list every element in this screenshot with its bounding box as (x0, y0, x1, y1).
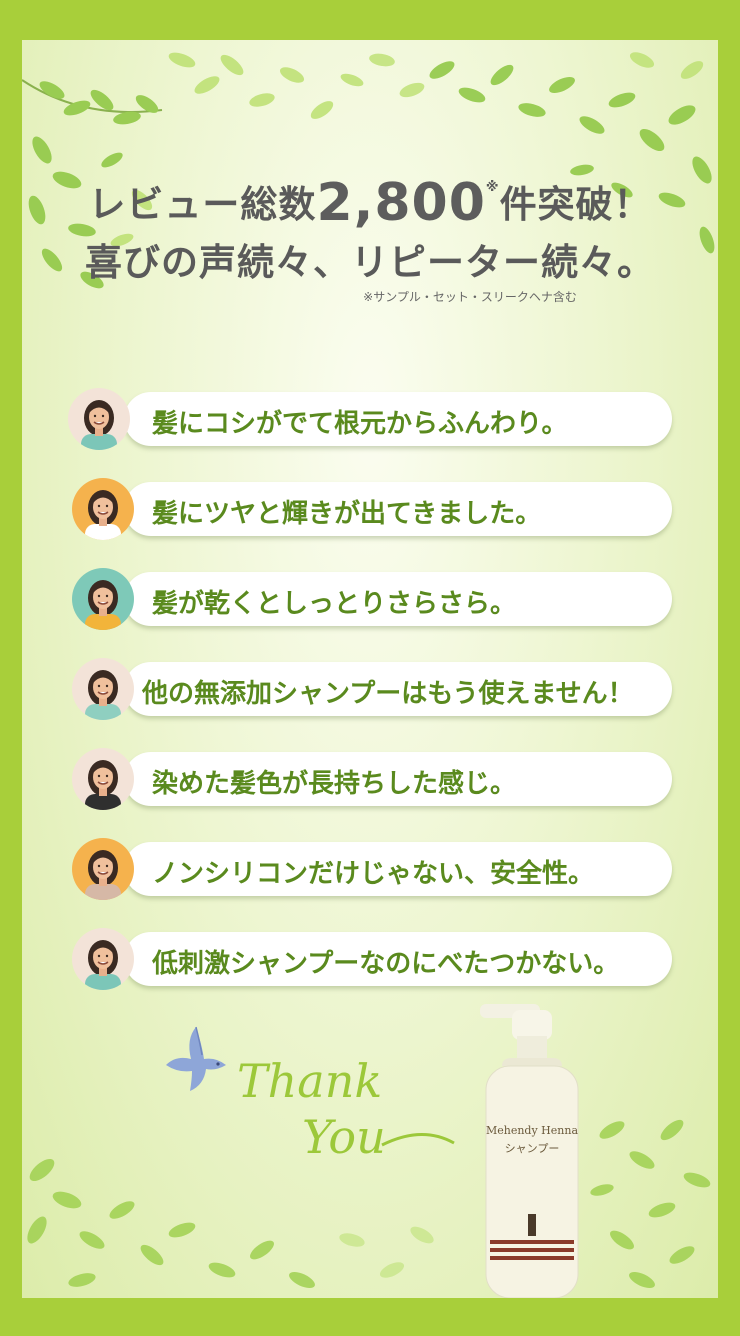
headline-line2: 喜びの声続々、リピーター続々。 (85, 241, 655, 284)
review-item: 他の無添加シャンプーはもう使えません！ (124, 662, 672, 716)
footnote: ※サンプル・セット・スリークヘナ含む (363, 290, 577, 304)
headline-line1: レビュー総数2,800※件突破！ (22, 170, 718, 233)
review-text: 低刺激シャンプーなのにべたつかない。 (152, 949, 620, 979)
review-bubble: 髪が乾くとしっとりさらさら。 (124, 572, 672, 626)
review-bubble: 髪にコシがでて根元からふんわり。 (124, 392, 672, 446)
reviewer-avatar-icon (72, 748, 134, 810)
review-item: 低刺激シャンプーなのにべたつかない。 (124, 932, 672, 986)
reviewer-avatar-icon (68, 388, 130, 450)
review-text: 他の無添加シャンプーはもう使えません！ (142, 679, 634, 709)
review-item: 染めた髪色が長持ちした感じ。 (124, 752, 672, 806)
product-brand: Mehendy Henna (486, 1124, 578, 1137)
reviewer-avatar-icon (72, 478, 134, 540)
thank-you-lettering: Thank You (237, 1054, 455, 1164)
product-type: シャンプー (505, 1142, 560, 1155)
headline-suffix: 件突破！ (499, 183, 652, 226)
headline-prefix: レビュー総数 (88, 183, 317, 226)
review-count: 2,800 (316, 173, 486, 233)
thank-text: Thank (237, 1054, 382, 1108)
outer-frame: レビュー総数2,800※件突破！ 喜びの声続々、リピーター続々。 ※サンプル・セ… (0, 0, 740, 1336)
shampoo-bottle: Mehendy Henna シャンプー (480, 1004, 579, 1298)
review-item: 髪が乾くとしっとりさらさら。 (124, 572, 672, 626)
reviewer-avatar-icon (72, 658, 134, 720)
review-item: 髪にツヤと輝きが出てきました。 (124, 482, 672, 536)
reviewer-avatar-icon (72, 568, 134, 630)
dove-icon (166, 1026, 226, 1091)
review-item: 髪にコシがでて根元からふんわり。 (124, 392, 672, 446)
review-text: ノンシリコンだけじゃない、安全性。 (152, 859, 595, 889)
review-bubble: ノンシリコンだけじゃない、安全性。 (124, 842, 672, 896)
review-text: 髪にツヤと輝きが出てきました。 (152, 499, 542, 529)
review-text: 髪が乾くとしっとりさらさら。 (152, 589, 517, 619)
review-bubble: 他の無添加シャンプーはもう使えません！ (124, 662, 672, 716)
review-bubble: 低刺激シャンプーなのにべたつかない。 (124, 932, 672, 986)
content-panel: レビュー総数2,800※件突破！ 喜びの声続々、リピーター続々。 ※サンプル・セ… (22, 40, 718, 1298)
review-bubble: 染めた髪色が長持ちした感じ。 (124, 752, 672, 806)
review-text: 髪にコシがでて根元からふんわり。 (152, 409, 568, 439)
review-item: ノンシリコンだけじゃない、安全性。 (124, 842, 672, 896)
you-text: You (302, 1110, 386, 1164)
reviewer-avatar-icon (72, 928, 134, 990)
footnote-mark: ※ (485, 180, 500, 195)
review-text: 染めた髪色が長持ちした感じ。 (152, 769, 517, 799)
reviewer-avatar-icon (72, 838, 134, 900)
review-bubble: 髪にツヤと輝きが出てきました。 (124, 482, 672, 536)
